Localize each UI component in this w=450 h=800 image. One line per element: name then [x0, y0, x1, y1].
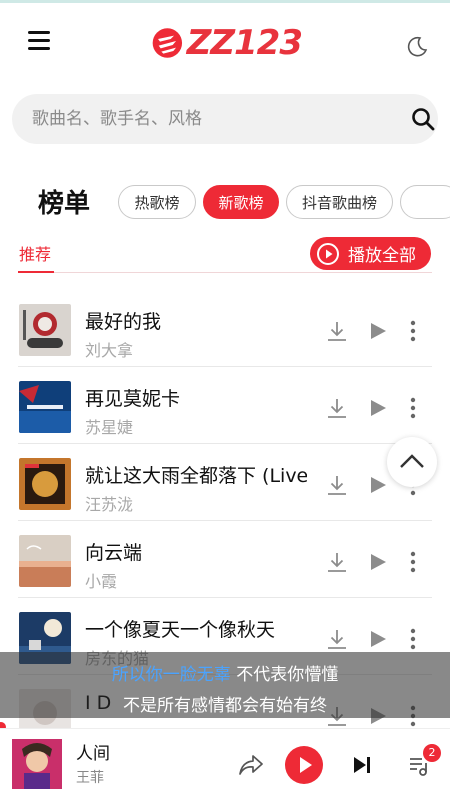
song-title: 一个像夏天一个像秋天	[85, 619, 276, 641]
album-cover	[19, 304, 71, 356]
header: ZZ123	[0, 3, 450, 83]
subtab-recommend[interactable]: 推荐	[19, 241, 51, 265]
song-artist: 苏星婕	[85, 418, 134, 437]
lyric-rest: 不代表你懵懂	[236, 665, 339, 685]
song-row[interactable]: 向云端 小霞	[0, 521, 450, 598]
download-icon[interactable]	[326, 397, 348, 419]
album-cover	[19, 381, 71, 433]
more-icon[interactable]	[410, 628, 416, 650]
song-artist: 刘大拿	[85, 341, 134, 360]
song-row[interactable]: 再见莫妮卡 苏星婕	[0, 367, 450, 444]
play-icon[interactable]	[369, 630, 387, 648]
chevron-up-icon	[400, 454, 424, 468]
more-icon[interactable]	[410, 320, 416, 342]
play-all-button[interactable]: 播放全部	[310, 237, 431, 270]
play-icon[interactable]	[369, 553, 387, 571]
tab-douyin-songs[interactable]: 抖音歌曲榜	[286, 185, 393, 219]
search-bar	[12, 94, 438, 144]
more-icon[interactable]	[410, 551, 416, 573]
song-title: 向云端	[85, 542, 143, 564]
download-icon[interactable]	[326, 628, 348, 650]
lyric-line-current: 所以你一脸无辜 不代表你懵懂	[0, 660, 450, 685]
play-icon[interactable]	[369, 476, 387, 494]
search-icon[interactable]	[410, 106, 436, 132]
album-cover	[19, 458, 71, 510]
share-icon[interactable]	[238, 753, 264, 777]
logo[interactable]: ZZ123	[152, 19, 303, 67]
subtab-active-indicator	[18, 271, 54, 273]
tab-more-partial[interactable]	[400, 185, 450, 219]
queue-count-badge: 2	[423, 744, 441, 762]
lyric-line-next: 不是所有感情都会有始有终	[123, 696, 327, 716]
download-icon[interactable]	[326, 474, 348, 496]
logo-mark-icon	[152, 28, 183, 58]
song-title: 就让这大雨全都落下 (Live	[85, 465, 307, 487]
play-pause-button[interactable]	[285, 746, 323, 784]
next-track-icon[interactable]	[352, 755, 372, 775]
song-row[interactable]: 最好的我 刘大拿	[0, 290, 450, 367]
now-playing-artist: 王菲	[76, 770, 104, 786]
song-title: 再见莫妮卡	[85, 388, 181, 410]
song-title: 最好的我	[85, 311, 162, 333]
song-artist: 小霞	[85, 572, 118, 591]
search-input[interactable]	[32, 94, 372, 144]
now-playing-title: 人间	[76, 744, 110, 764]
tab-new-songs[interactable]: 新歌榜	[203, 185, 279, 219]
album-cover	[19, 535, 71, 587]
logo-text: ZZ123	[186, 23, 303, 63]
play-icon[interactable]	[369, 322, 387, 340]
song-row[interactable]: 就让这大雨全都落下 (Live 汪苏泷	[0, 444, 450, 521]
moon-icon[interactable]	[405, 35, 429, 59]
chart-title: 榜单	[38, 189, 91, 219]
subtab-divider	[18, 272, 432, 273]
back-to-top-button[interactable]	[387, 437, 437, 487]
play-icon[interactable]	[369, 399, 387, 417]
play-all-label: 播放全部	[348, 246, 416, 266]
menu-icon[interactable]	[28, 31, 52, 51]
tab-hot-songs[interactable]: 热歌榜	[118, 185, 196, 219]
download-icon[interactable]	[326, 551, 348, 573]
play-circle-icon	[317, 242, 339, 265]
player-bar: 人间 王菲 2	[0, 728, 450, 800]
more-icon[interactable]	[410, 397, 416, 419]
play-icon	[300, 757, 312, 773]
download-icon[interactable]	[326, 320, 348, 342]
song-artist: 汪苏泷	[85, 495, 134, 514]
now-playing-cover[interactable]	[12, 739, 62, 789]
lyric-highlight: 所以你一脸无辜	[111, 665, 231, 685]
